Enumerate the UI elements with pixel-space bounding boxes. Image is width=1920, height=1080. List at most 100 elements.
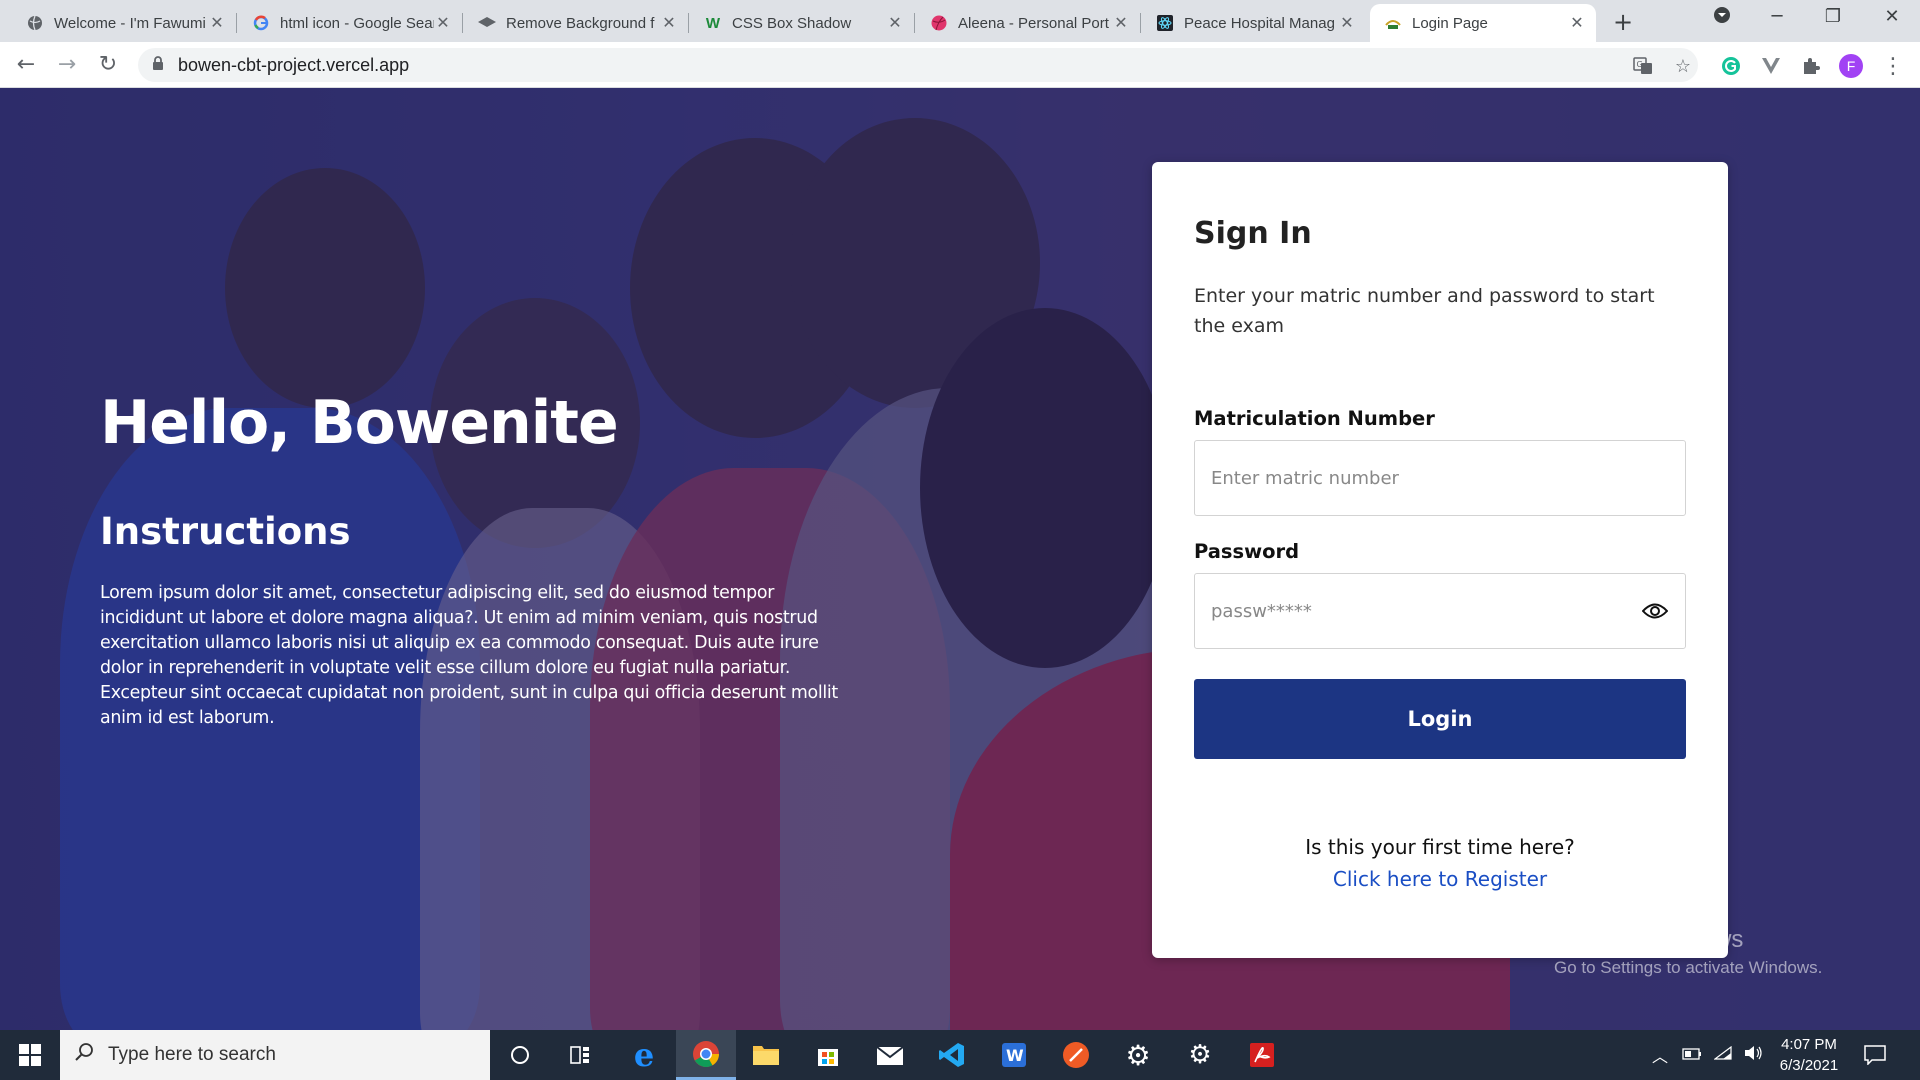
bookmark-star-icon[interactable]: ☆ xyxy=(1670,53,1696,79)
instructions-text: Lorem ipsum dolor sit amet, consectetur … xyxy=(100,583,838,728)
matric-label: Matriculation Number xyxy=(1194,407,1435,430)
volume-icon[interactable] xyxy=(1744,1045,1764,1065)
activate-windows-watermark: Activate Windows Go to Settings to activ… xyxy=(1554,926,1822,978)
restore-icon[interactable]: ❐ xyxy=(1813,6,1853,27)
svg-text:W: W xyxy=(1006,1046,1024,1065)
file-explorer-icon[interactable] xyxy=(736,1030,796,1080)
password-label: Password xyxy=(1194,540,1300,563)
signin-card: Sign In Enter your matric number and pas… xyxy=(1152,162,1728,958)
tab-title: Welcome - I'm Fawumi xyxy=(54,14,206,32)
start-button[interactable] xyxy=(0,1030,60,1080)
reload-icon[interactable]: ↻ xyxy=(94,51,122,79)
browser-tab[interactable]: W CSS Box Shadow ✕ xyxy=(690,4,915,42)
close-tab-icon[interactable]: ✕ xyxy=(660,13,678,33)
register-link[interactable]: Click here to Register xyxy=(1194,867,1686,891)
close-window-icon[interactable]: ✕ xyxy=(1872,6,1912,27)
first-time-text: Is this your first time here? xyxy=(1305,835,1575,859)
react-icon xyxy=(1156,14,1174,32)
grammarly-icon[interactable] xyxy=(1718,53,1744,79)
taskbar-search-box[interactable]: Type here to search xyxy=(60,1030,490,1080)
tab-title: Aleena - Personal Port xyxy=(958,14,1109,32)
wps-writer-icon[interactable]: W xyxy=(984,1030,1044,1080)
extensions-puzzle-icon[interactable] xyxy=(1798,53,1824,79)
cortana-icon[interactable] xyxy=(490,1030,550,1080)
globe-icon xyxy=(26,14,44,32)
address-bar[interactable]: bowen-cbt-project.vercel.app xyxy=(138,48,1698,82)
settings-gear-icon[interactable]: ⚙ xyxy=(1170,1030,1230,1080)
tab-title: html icon - Google Search xyxy=(280,14,434,32)
clock-date: 6/3/2021 xyxy=(1779,1057,1839,1074)
w-icon: W xyxy=(705,14,721,32)
login-page: Hello, Bowenite Instructions Lorem ipsum… xyxy=(0,88,1920,1030)
tab-title: Remove Background f xyxy=(506,14,655,32)
url-text: bowen-cbt-project.vercel.app xyxy=(178,54,410,75)
vue-devtools-icon[interactable] xyxy=(1758,53,1784,79)
login-button[interactable]: Login xyxy=(1194,679,1686,759)
taskbar-clock[interactable]: 4:07 PM 6/3/2021 xyxy=(1774,1034,1844,1076)
google-icon xyxy=(252,14,270,32)
tab-separator xyxy=(236,13,237,33)
close-tab-icon[interactable]: ✕ xyxy=(1568,13,1586,33)
password-placeholder: passw***** xyxy=(1211,600,1312,622)
search-icon xyxy=(74,1042,94,1068)
windows-logo-icon xyxy=(19,1044,41,1066)
minimize-icon[interactable]: ─ xyxy=(1757,6,1797,27)
close-tab-icon[interactable]: ✕ xyxy=(434,13,452,33)
tab-separator xyxy=(688,13,689,33)
adobe-acrobat-icon[interactable] xyxy=(1232,1030,1292,1080)
task-view-icon[interactable] xyxy=(550,1030,610,1080)
vscode-icon[interactable] xyxy=(922,1030,982,1080)
profile-initial: F xyxy=(1846,58,1856,74)
tab-title: Peace Hospital Manag xyxy=(1184,14,1335,32)
clock-time: 4:07 PM xyxy=(1781,1036,1837,1053)
browser-tab-strip: Welcome - I'm Fawumi ✕ html icon - Googl… xyxy=(0,0,1920,42)
system-tray: ︿ xyxy=(1652,1030,1764,1080)
signin-title: Sign In xyxy=(1194,216,1312,251)
close-tab-icon[interactable]: ✕ xyxy=(886,13,904,33)
matric-input[interactable]: Enter matric number xyxy=(1194,440,1686,516)
new-tab-button[interactable]: + xyxy=(1609,8,1637,36)
watermark-line-1: Activate Windows xyxy=(1554,926,1744,953)
chrome-taskbar-icon[interactable] xyxy=(676,1030,736,1080)
tab-title: Login Page xyxy=(1412,14,1488,32)
browser-tab-active[interactable]: Login Page ✕ xyxy=(1370,4,1596,42)
edge-icon[interactable]: e xyxy=(614,1030,674,1080)
svg-text:G: G xyxy=(1637,60,1643,69)
control-panel-gear-icon[interactable]: ⚙ xyxy=(1108,1030,1168,1080)
microsoft-store-icon[interactable] xyxy=(798,1030,858,1080)
tab-separator xyxy=(1140,13,1141,33)
translate-icon[interactable]: G xyxy=(1630,53,1656,79)
tab-separator xyxy=(914,13,915,33)
show-hidden-icons-chevron-up-icon[interactable]: ︿ xyxy=(1652,1043,1668,1067)
browser-tab[interactable]: html icon - Google Search ✕ xyxy=(238,4,463,42)
chrome-menu-icon[interactable]: ⋮ xyxy=(1880,53,1906,79)
postman-icon[interactable] xyxy=(1046,1030,1106,1080)
close-tab-icon[interactable]: ✕ xyxy=(1338,13,1356,33)
signin-subtitle: Enter your matric number and password to… xyxy=(1194,285,1655,337)
dribbble-icon xyxy=(930,14,948,32)
watermark-line-2: Go to Settings to activate Windows. xyxy=(1554,958,1823,977)
removebg-icon xyxy=(478,14,496,32)
tab-title: CSS Box Shadow xyxy=(732,14,852,32)
bowen-logo-icon xyxy=(1384,14,1402,32)
greeting-heading: Hello, Bowenite xyxy=(100,388,619,458)
browser-tab[interactable]: Peace Hospital Manag ✕ xyxy=(1142,4,1366,42)
mail-icon[interactable] xyxy=(860,1030,920,1080)
back-icon[interactable]: ← xyxy=(12,51,40,79)
forward-icon[interactable]: → xyxy=(53,51,81,79)
profile-avatar[interactable]: F xyxy=(1838,53,1864,79)
browser-tab[interactable]: Aleena - Personal Port ✕ xyxy=(916,4,1141,42)
browser-tab[interactable]: Welcome - I'm Fawumi ✕ xyxy=(12,4,237,42)
notification-center-icon[interactable] xyxy=(1864,1030,1886,1080)
battery-icon[interactable] xyxy=(1682,1046,1702,1064)
password-input[interactable]: passw***** xyxy=(1194,573,1686,649)
close-tab-icon[interactable]: ✕ xyxy=(208,13,226,33)
browser-tab[interactable]: Remove Background f ✕ xyxy=(464,4,689,42)
close-tab-icon[interactable]: ✕ xyxy=(1112,13,1130,33)
lock-icon[interactable] xyxy=(152,55,164,75)
tab-search-icon[interactable] xyxy=(1702,6,1742,29)
show-password-eye-icon[interactable] xyxy=(1641,597,1669,625)
windows-taskbar: Type here to search e W ⚙ ⚙ ︿ 4:07 PM 6/… xyxy=(0,1030,1920,1080)
wifi-icon[interactable] xyxy=(1713,1045,1732,1064)
hero-section: Hello, Bowenite Instructions Lorem ipsum… xyxy=(100,388,860,731)
